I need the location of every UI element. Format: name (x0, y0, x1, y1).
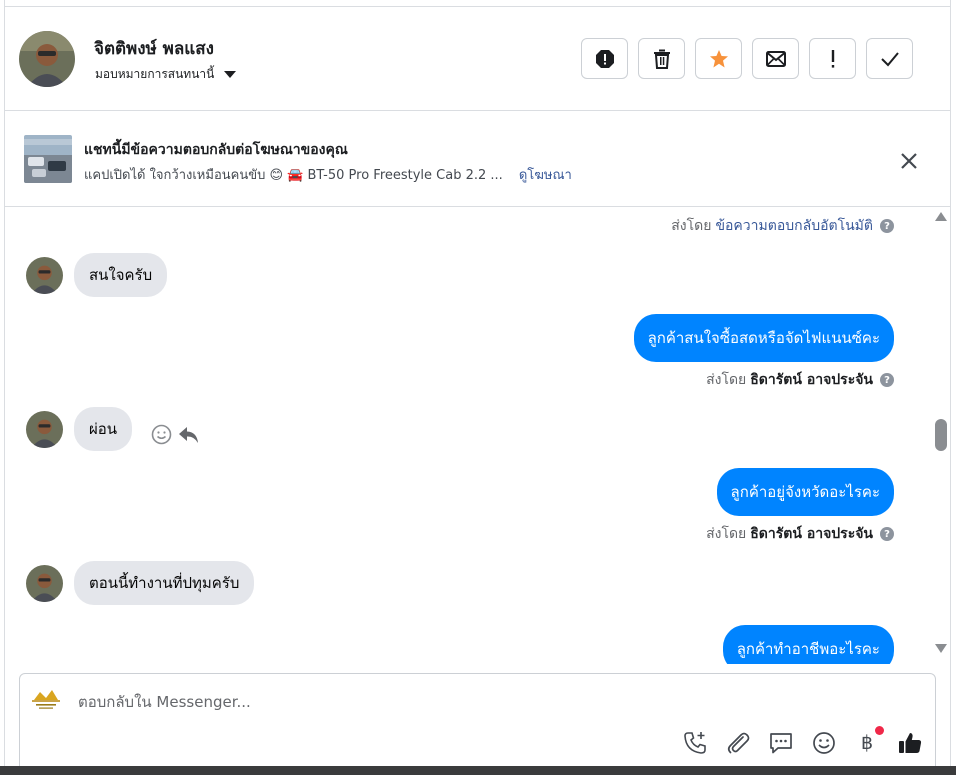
view-ad-link[interactable]: ดูโฆษณา (519, 164, 572, 185)
outgoing-message-bubble[interactable]: ลูกค้าทำอาชีพอะไรคะ (722, 625, 894, 664)
emoji-button[interactable] (811, 730, 837, 756)
phone-add-icon (684, 732, 706, 754)
message-hover-actions (151, 424, 200, 445)
composer-toolbar: ฿ (682, 726, 923, 756)
sent-by-label: ส่งโดย ข้อความตอบกลับอัตโนมัติ ? (671, 215, 894, 237)
sent-by-label: ส่งโดย ธิดารัตน์ อาจประจัน ? (706, 523, 894, 545)
outgoing-message-bubble[interactable]: ลูกค้าอยู่จังหวัดอะไรคะ (716, 468, 894, 516)
assign-conversation-dropdown[interactable]: มอบหมายการสนทนานี้ (95, 65, 237, 84)
sent-by-prefix: ส่งโดย (671, 218, 712, 234)
mark-done-button[interactable] (866, 38, 913, 79)
spam-icon (595, 49, 614, 68)
delete-button[interactable] (638, 38, 685, 79)
scroll-up-arrow[interactable] (935, 212, 947, 221)
attachment-icon (727, 732, 750, 754)
help-icon[interactable]: ? (880, 373, 894, 387)
incoming-message: ผ่อน (26, 407, 133, 451)
close-banner-button[interactable] (898, 150, 920, 172)
reply-input[interactable] (78, 693, 678, 711)
message-composer: ฿ (19, 673, 936, 773)
follow-up-button[interactable] (809, 38, 856, 79)
incoming-message: สนใจครับ (26, 253, 168, 297)
help-icon[interactable]: ? (880, 219, 894, 233)
mark-unread-button[interactable] (752, 38, 799, 79)
conversation-actions (581, 38, 913, 79)
conversation-header: จิตติพงษ์ พลแสง มอบหมายการสนทนานี้ (5, 7, 950, 111)
baht-payment-icon: ฿ (860, 732, 874, 754)
sent-by-sender[interactable]: ธิดารัตน์ อาจประจัน (750, 523, 873, 545)
close-icon (901, 153, 917, 169)
scrollbar-thumb[interactable] (935, 419, 947, 451)
message-thread[interactable]: ส่งโดย ข้อความตอบกลับอัตโนมัติ ? สนใจครั… (5, 208, 933, 664)
reply-icon[interactable] (178, 425, 200, 445)
sent-by-prefix: ส่งโดย (706, 526, 747, 542)
ad-caption: แคปเปิดได้ ใจกว้างเหมือนคนขับ 😊 🚘 BT-50 … (84, 168, 503, 183)
sent-by-sender[interactable]: ธิดารัตน์ อาจประจัน (750, 369, 873, 391)
help-icon[interactable]: ? (880, 527, 894, 541)
incoming-message: ตอนนี้ทำงานที่ปทุมครับ (26, 561, 255, 605)
contact-avatar-small[interactable] (26, 410, 63, 448)
checkmark-icon (880, 51, 899, 66)
call-button[interactable] (682, 730, 708, 756)
attach-button[interactable] (725, 730, 751, 756)
notification-dot (875, 726, 884, 735)
sent-by-prefix: ส่งโดย (706, 372, 747, 388)
contact-name[interactable]: จิตติพงษ์ พลแสง (94, 35, 214, 62)
saved-replies-button[interactable] (768, 730, 794, 756)
sent-by-sender[interactable]: ข้อความตอบกลับอัตโนมัติ (715, 215, 873, 237)
contact-avatar[interactable] (19, 31, 75, 87)
trash-icon (653, 49, 670, 69)
taskbar-edge (0, 766, 956, 775)
ad-reply-banner: แชทนี้มีข้อความตอบกลับต่อโฆษณาของคุณ แคป… (5, 112, 950, 207)
mark-spam-button[interactable] (581, 38, 628, 79)
sent-by-label: ส่งโดย ธิดารัตน์ อาจประจัน ? (706, 369, 894, 391)
message-bubble[interactable]: ตอนนี้ทำงานที่ปทุมครับ (74, 561, 255, 605)
star-icon (709, 49, 728, 67)
message-bubble[interactable]: สนใจครับ (74, 253, 168, 297)
assign-label: มอบหมายการสนทนานี้ (95, 67, 215, 81)
saved-reply-icon (770, 733, 792, 754)
emoji-icon (813, 732, 835, 754)
ad-banner-title: แชทนี้มีข้อความตอบกลับต่อโฆษณาของคุณ (84, 142, 348, 158)
envelope-icon (765, 50, 786, 67)
page-logo (30, 686, 62, 712)
ad-thumbnail[interactable] (24, 135, 72, 183)
contact-avatar-small[interactable] (26, 564, 63, 602)
message-bubble[interactable]: ผ่อน (74, 407, 133, 451)
payment-button[interactable]: ฿ (854, 726, 884, 756)
contact-avatar-small[interactable] (26, 256, 63, 294)
ad-banner-subtitle-row: แคปเปิดได้ ใจกว้างเหมือนคนขับ 😊 🚘 BT-50 … (84, 164, 572, 185)
star-button[interactable] (695, 38, 742, 79)
outgoing-message-bubble[interactable]: ลูกค้าสนใจซื้อสดหรือจัดไฟแนนซ์คะ (633, 314, 894, 362)
like-button[interactable] (897, 730, 923, 756)
scroll-down-arrow[interactable] (935, 644, 947, 653)
react-emoji-icon[interactable] (151, 424, 172, 445)
like-icon (899, 733, 922, 753)
exclamation-icon (831, 49, 834, 68)
caret-down-icon (224, 71, 237, 78)
